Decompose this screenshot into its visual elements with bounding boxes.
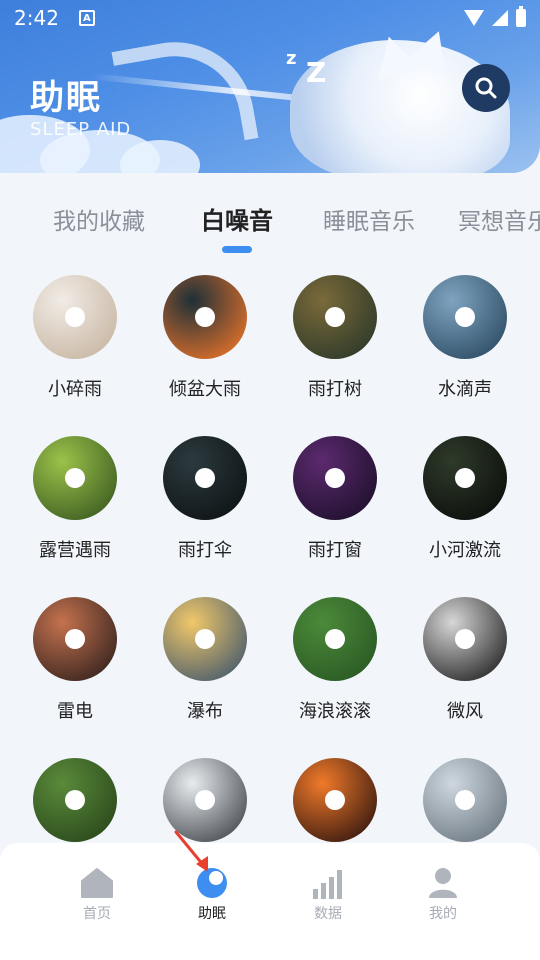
signal-icon <box>492 10 508 26</box>
user-icon <box>429 868 457 898</box>
sound-label: 海浪滚滚 <box>299 701 371 722</box>
sound-thumbnail <box>293 597 377 681</box>
sound-thumbnail <box>163 275 247 359</box>
bar-chart-icon <box>313 870 342 899</box>
sound-item[interactable]: 露营遇雨 <box>10 431 140 562</box>
sound-label: 雨打树 <box>308 379 362 400</box>
play-dot-icon <box>65 790 85 810</box>
sound-item[interactable]: 小碎雨 <box>10 270 140 401</box>
sound-thumbnail <box>423 758 507 842</box>
sound-label: 雷电 <box>57 701 93 722</box>
sound-thumbnail <box>293 758 377 842</box>
nav-home[interactable]: 首页 <box>57 863 137 923</box>
play-dot-icon <box>65 629 85 649</box>
sound-thumbnail <box>163 436 247 520</box>
sound-item[interactable] <box>270 753 400 842</box>
status-time: 2:42 <box>14 6 59 30</box>
sound-label: 小碎雨 <box>48 379 102 400</box>
sound-thumbnail <box>33 275 117 359</box>
play-dot-icon <box>195 790 215 810</box>
bottom-navigation: 首页 助眠 数据 我的 <box>0 843 540 960</box>
sound-thumbnail <box>423 597 507 681</box>
sound-item[interactable] <box>400 753 530 842</box>
sound-label: 瀑布 <box>187 701 223 722</box>
play-dot-icon <box>455 629 475 649</box>
sound-thumbnail <box>33 758 117 842</box>
sound-item[interactable]: 瀑布 <box>140 592 270 723</box>
tab-meditation-music[interactable]: 冥想音乐 <box>458 202 540 236</box>
sound-label: 小河激流 <box>429 540 501 561</box>
play-dot-icon <box>65 307 85 327</box>
sound-label: 微风 <box>447 701 483 722</box>
sound-label: 雨打窗 <box>308 540 362 561</box>
status-bar: 2:42 A <box>0 0 540 36</box>
sound-thumbnail <box>33 597 117 681</box>
notification-a-icon: A <box>78 10 95 26</box>
search-button[interactable] <box>462 64 510 112</box>
sound-label: 水滴声 <box>438 379 492 400</box>
play-dot-icon <box>195 468 215 488</box>
sound-thumbnail <box>423 436 507 520</box>
play-dot-icon <box>325 468 345 488</box>
sound-item[interactable]: 雷电 <box>10 592 140 723</box>
home-icon <box>81 868 113 898</box>
play-dot-icon <box>455 468 475 488</box>
page-subtitle: SLEEP AID <box>30 119 132 140</box>
nav-sleep-label: 助眠 <box>198 906 226 922</box>
nav-data[interactable]: 数据 <box>288 863 368 923</box>
sound-item[interactable]: 微风 <box>400 592 530 723</box>
nav-home-label: 首页 <box>83 906 111 922</box>
sound-thumbnail <box>293 275 377 359</box>
active-tab-indicator <box>222 246 252 253</box>
sound-label: 雨打伞 <box>178 540 232 561</box>
sound-item[interactable]: 雨打伞 <box>140 431 270 562</box>
play-dot-icon <box>455 307 475 327</box>
sound-thumbnail <box>293 436 377 520</box>
sound-item[interactable] <box>140 753 270 842</box>
sound-item[interactable]: 倾盆大雨 <box>140 270 270 401</box>
sound-thumbnail <box>33 436 117 520</box>
play-dot-icon <box>325 629 345 649</box>
sound-item[interactable]: 水滴声 <box>400 270 530 401</box>
tab-white-noise[interactable]: 白噪音 <box>201 201 273 236</box>
sound-label: 露营遇雨 <box>39 540 111 561</box>
sound-item[interactable]: 海浪滚滚 <box>270 592 400 723</box>
play-dot-icon <box>325 307 345 327</box>
tab-favorites[interactable]: 我的收藏 <box>53 202 145 236</box>
page-title: 助眠 <box>30 78 102 118</box>
search-icon <box>475 77 497 99</box>
play-dot-icon <box>195 629 215 649</box>
sound-thumbnail <box>163 597 247 681</box>
nav-data-label: 数据 <box>314 906 342 922</box>
sound-item[interactable]: 雨打窗 <box>270 431 400 562</box>
sound-thumbnail <box>423 275 507 359</box>
sound-label: 倾盆大雨 <box>169 379 241 400</box>
sleep-z-large: Z <box>306 56 327 89</box>
play-dot-icon <box>455 790 475 810</box>
battery-icon <box>516 6 526 27</box>
sound-item[interactable] <box>10 753 140 842</box>
sleep-z-small: z <box>286 48 297 69</box>
tab-sleep-music[interactable]: 睡眠音乐 <box>323 202 415 236</box>
category-tabs: 我的收藏 白噪音 睡眠音乐 冥想音乐 <box>0 188 540 248</box>
play-dot-icon <box>325 790 345 810</box>
sound-item[interactable]: 雨打树 <box>270 270 400 401</box>
nav-profile-label: 我的 <box>429 906 457 922</box>
nav-profile[interactable]: 我的 <box>403 863 483 923</box>
red-arrow-annotation <box>174 830 208 872</box>
wifi-icon <box>464 10 484 26</box>
play-dot-icon <box>195 307 215 327</box>
cat-tail-decoration <box>111 29 259 161</box>
sound-item[interactable]: 小河激流 <box>400 431 530 562</box>
play-dot-icon <box>65 468 85 488</box>
